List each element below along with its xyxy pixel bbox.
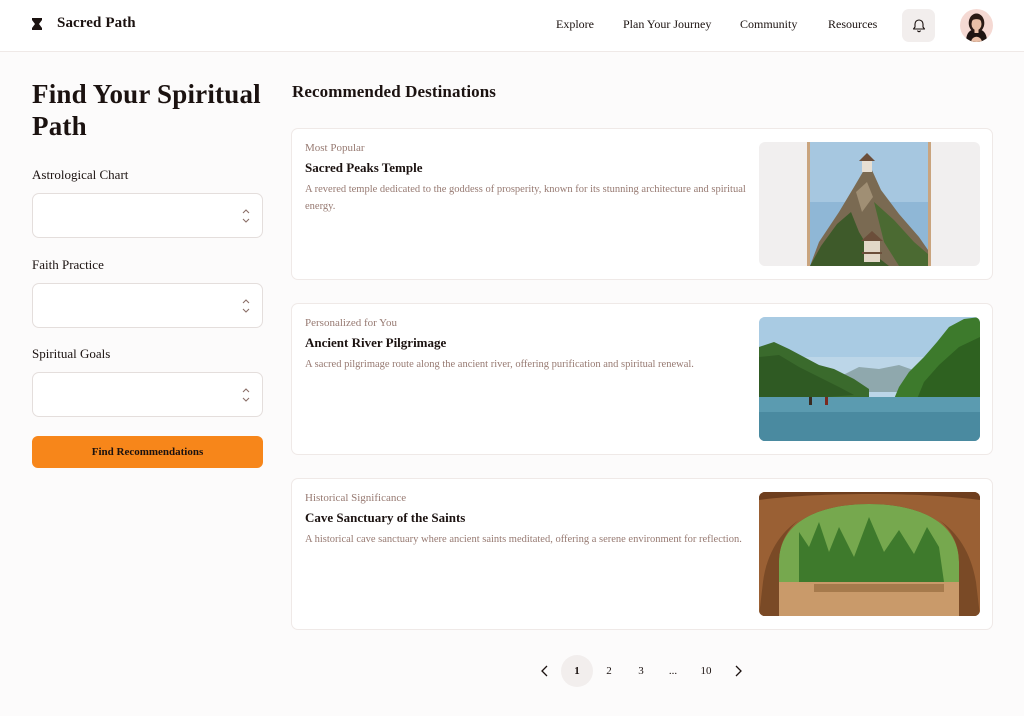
nav-community[interactable]: Community bbox=[740, 17, 797, 32]
card-tag: Historical Significance bbox=[305, 492, 407, 504]
find-recommendations-button[interactable]: Find Recommendations bbox=[32, 436, 263, 468]
card-title: Cave Sanctuary of the Saints bbox=[305, 510, 466, 525]
chevron-up-down-icon bbox=[242, 388, 250, 402]
card-image bbox=[759, 492, 980, 616]
astrological-chart-label: Astrological Chart bbox=[32, 167, 129, 182]
pagination-page-10[interactable]: 10 bbox=[691, 656, 721, 686]
chevron-right-icon bbox=[735, 665, 742, 677]
pagination-prev-button[interactable] bbox=[530, 656, 560, 686]
spiritual-goals-select[interactable] bbox=[32, 372, 263, 417]
brand-name: Sacred Path bbox=[57, 15, 136, 31]
spiritual-goals-label: Spiritual Goals bbox=[32, 346, 111, 361]
notifications-button[interactable] bbox=[902, 9, 935, 42]
pagination-ellipsis: ... bbox=[668, 665, 678, 677]
astrological-chart-select[interactable] bbox=[32, 193, 263, 238]
card-title: Ancient River Pilgrimage bbox=[305, 335, 447, 350]
avatar-image bbox=[960, 9, 993, 42]
river-image bbox=[759, 317, 980, 441]
card-tag: Personalized for You bbox=[305, 317, 397, 329]
card-description: A sacred pilgrimage route along the anci… bbox=[305, 359, 694, 370]
top-navigation-bar: Sacred Path Explore Plan Your Journey Co… bbox=[0, 0, 1024, 52]
nav-resources[interactable]: Resources bbox=[828, 17, 877, 32]
destination-card-ancient-river-pilgrimage[interactable]: Personalized for You Ancient River Pilgr… bbox=[291, 303, 993, 455]
pagination-next-button[interactable] bbox=[723, 656, 753, 686]
temple-mountain-image bbox=[759, 142, 980, 266]
card-image bbox=[759, 317, 980, 441]
pagination-page-1[interactable]: 1 bbox=[561, 655, 593, 687]
chevron-left-icon bbox=[541, 665, 548, 677]
card-image bbox=[759, 142, 980, 266]
chevron-up-down-icon bbox=[242, 299, 250, 313]
cave-image bbox=[759, 492, 980, 616]
card-title: Sacred Peaks Temple bbox=[305, 160, 423, 175]
faith-practice-label: Faith Practice bbox=[32, 257, 104, 272]
user-avatar[interactable] bbox=[960, 9, 993, 42]
nav-plan-your-journey[interactable]: Plan Your Journey bbox=[623, 17, 711, 32]
pagination-page-2[interactable]: 2 bbox=[594, 656, 624, 686]
pagination-page-3[interactable]: 3 bbox=[626, 656, 656, 686]
brand-logo[interactable]: Sacred Path bbox=[32, 15, 136, 32]
chevron-up-down-icon bbox=[242, 209, 250, 223]
bell-icon bbox=[912, 19, 925, 33]
card-description: A revered temple dedicated to the goddes… bbox=[305, 184, 746, 212]
destination-card-cave-sanctuary[interactable]: Historical Significance Cave Sanctuary o… bbox=[291, 478, 993, 630]
nav-explore[interactable]: Explore bbox=[556, 17, 594, 32]
faith-practice-select[interactable] bbox=[32, 283, 263, 328]
hourglass-icon bbox=[32, 17, 42, 30]
card-tag: Most Popular bbox=[305, 142, 365, 154]
destination-card-sacred-peaks-temple[interactable]: Most Popular Sacred Peaks Temple A rever… bbox=[291, 128, 993, 280]
card-description: A historical cave sanctuary where ancien… bbox=[305, 534, 742, 545]
page-title: Find Your Spiritual Path bbox=[32, 79, 261, 141]
section-title: Recommended Destinations bbox=[292, 82, 497, 101]
